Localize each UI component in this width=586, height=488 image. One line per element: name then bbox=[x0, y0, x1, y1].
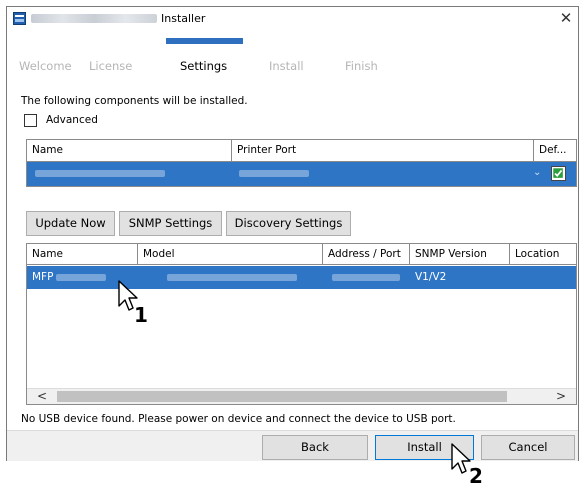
column-model[interactable]: Model bbox=[138, 244, 323, 264]
obscured-model bbox=[167, 274, 297, 281]
devices-table: Name Model Address / Port SNMP Version L… bbox=[26, 243, 577, 405]
footer-bar: Back Install Cancel bbox=[7, 430, 578, 461]
obscured-address bbox=[332, 274, 400, 281]
status-message: No USB device found. Please power on dev… bbox=[21, 413, 456, 425]
devices-table-header: Name Model Address / Port SNMP Version L… bbox=[27, 244, 576, 265]
update-now-button[interactable]: Update Now bbox=[26, 211, 115, 236]
installer-window: Installer ✕ Welcome License Settings Ins… bbox=[6, 6, 579, 461]
column-default[interactable]: Def... bbox=[534, 140, 576, 161]
chevron-down-icon[interactable]: ⌄ bbox=[533, 167, 541, 178]
close-icon[interactable]: ✕ bbox=[558, 9, 574, 27]
default-checkbox[interactable] bbox=[551, 166, 566, 181]
device-name: MFP bbox=[32, 271, 54, 283]
device-snmp-version: V1/V2 bbox=[415, 271, 447, 283]
component-row[interactable]: ⌄ bbox=[27, 162, 576, 186]
step-finish: Finish bbox=[345, 59, 378, 73]
callout-number-1: 1 bbox=[134, 303, 148, 327]
mouse-pointer-icon bbox=[451, 443, 471, 474]
step-install: Install bbox=[269, 59, 304, 73]
components-table: Name Printer Port Def... ⌄ bbox=[26, 139, 577, 187]
window-title: Installer bbox=[161, 12, 206, 25]
scroll-right-icon[interactable]: > bbox=[546, 389, 576, 404]
column-snmp-version[interactable]: SNMP Version bbox=[410, 244, 510, 264]
device-row[interactable]: MFP V1/V2 bbox=[27, 266, 576, 289]
advanced-checkbox[interactable] bbox=[24, 114, 37, 127]
column-device-name[interactable]: Name bbox=[27, 244, 138, 264]
scroll-left-icon[interactable]: < bbox=[27, 389, 57, 404]
components-table-header: Name Printer Port Def... bbox=[27, 140, 576, 162]
back-button[interactable]: Back bbox=[262, 435, 368, 460]
step-license: License bbox=[89, 59, 133, 73]
title-bar: Installer ✕ bbox=[7, 7, 578, 31]
scrollbar-thumb[interactable] bbox=[57, 391, 507, 402]
obscured-driver-name bbox=[35, 170, 165, 177]
discovery-settings-button[interactable]: Discovery Settings bbox=[226, 211, 351, 236]
column-location[interactable]: Location bbox=[510, 244, 576, 264]
snmp-settings-button[interactable]: SNMP Settings bbox=[119, 211, 222, 236]
step-settings: Settings bbox=[180, 59, 228, 73]
obscured-device-name bbox=[56, 274, 106, 281]
app-icon bbox=[13, 12, 26, 25]
column-printer-port[interactable]: Printer Port bbox=[232, 140, 534, 161]
title-obscured-text bbox=[31, 14, 157, 23]
cancel-button[interactable]: Cancel bbox=[481, 435, 575, 460]
advanced-label: Advanced bbox=[46, 114, 98, 126]
obscured-printer-port bbox=[239, 170, 309, 177]
callout-number-2: 2 bbox=[469, 464, 483, 488]
active-step-indicator bbox=[166, 38, 243, 44]
column-address-port[interactable]: Address / Port bbox=[323, 244, 410, 264]
step-welcome: Welcome bbox=[19, 59, 72, 73]
components-intro: The following components will be install… bbox=[21, 95, 248, 107]
horizontal-scrollbar[interactable]: < > bbox=[27, 388, 576, 404]
column-name[interactable]: Name bbox=[27, 140, 232, 161]
